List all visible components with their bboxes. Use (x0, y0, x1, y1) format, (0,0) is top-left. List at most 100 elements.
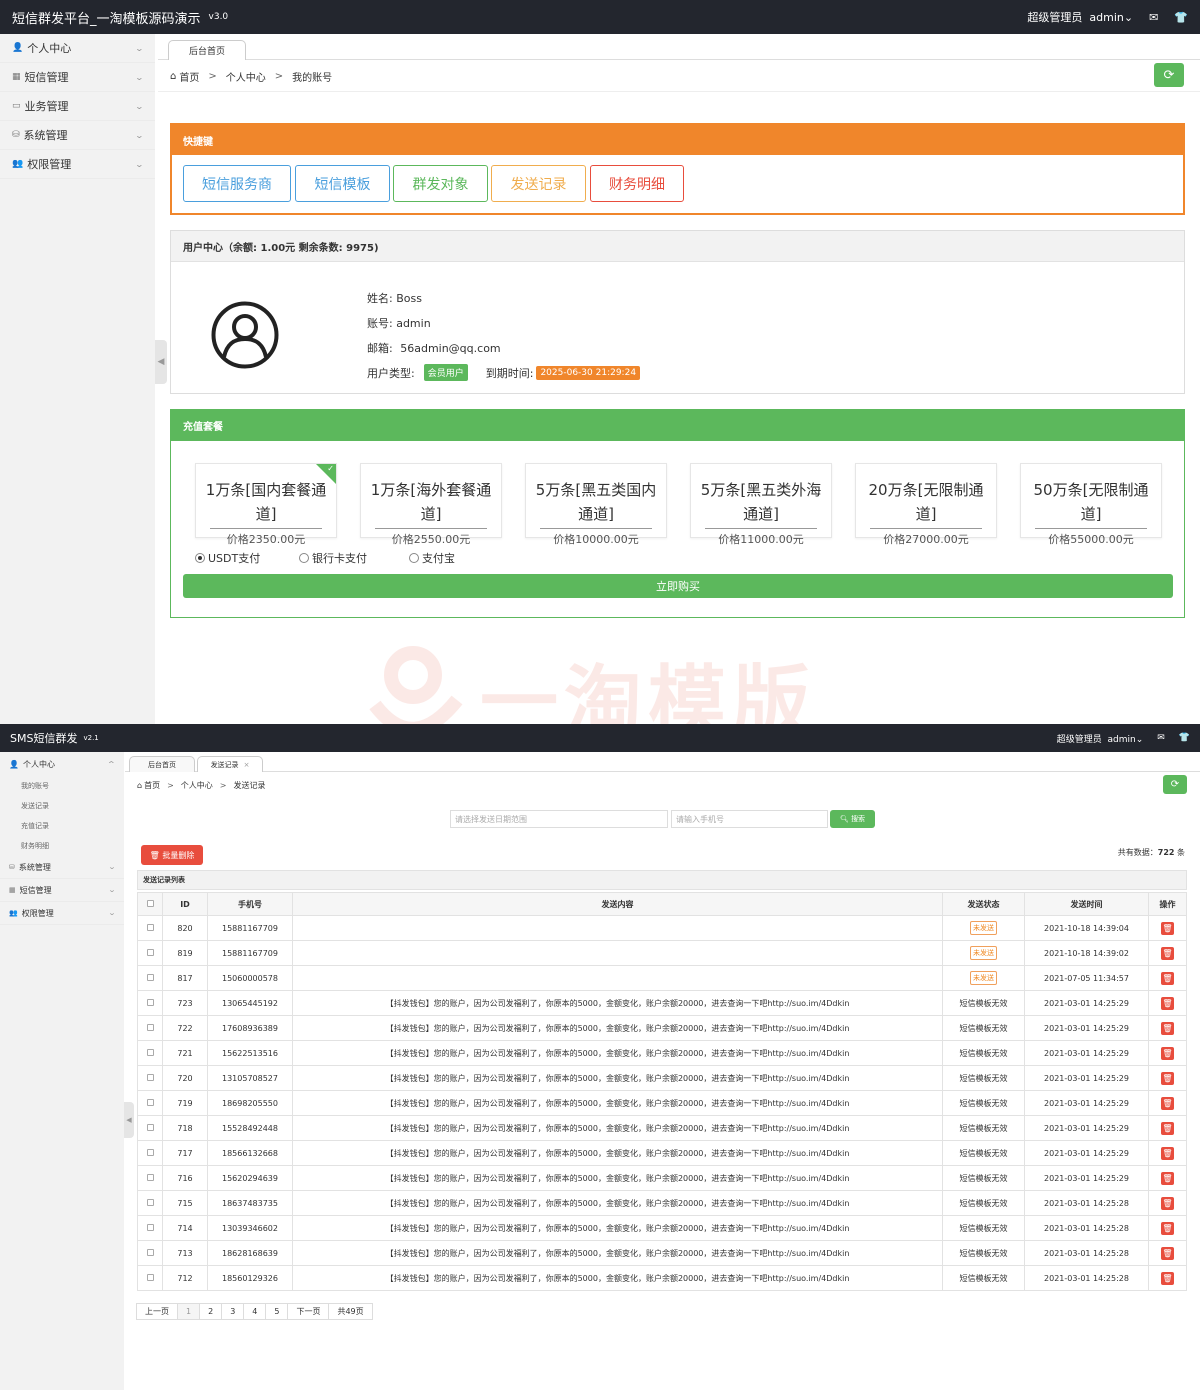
quick-button-1[interactable]: 短信模板 (295, 165, 390, 202)
sidebar-item-2-1[interactable]: ▦ 短信管理 ⌄ (0, 879, 124, 902)
delete-icon[interactable]: 🗑︎ (1161, 1196, 1174, 1210)
tab-home[interactable]: 后台首页 (168, 40, 246, 60)
user-menu-2[interactable]: 超级管理员 admin⌄ (1057, 732, 1144, 745)
delete-icon[interactable]: 🗑︎ (1161, 1046, 1174, 1060)
delete-icon[interactable]: 🗑︎ (1161, 1071, 1174, 1085)
delete-icon[interactable]: 🗑︎ (1161, 1221, 1174, 1235)
pager-item[interactable]: 2 (199, 1303, 223, 1320)
payment-option-0[interactable]: USDT支付 (195, 550, 260, 566)
delete-icon[interactable]: 🗑︎ (1161, 921, 1174, 935)
quick-button-3[interactable]: 发送记录 (491, 165, 586, 202)
pager-item[interactable]: 下一页 (287, 1303, 330, 1320)
table-row: 717 18566132668 【抖发钱包】您的账户，因为公司发福利了，你原本的50… (137, 1140, 1187, 1166)
breadcrumb-personal[interactable]: 个人中心 (226, 69, 266, 84)
delete-icon[interactable]: 🗑︎ (1161, 1021, 1174, 1035)
pager-item[interactable]: 3 (221, 1303, 245, 1320)
shirt-icon[interactable]: 👕 (1174, 11, 1188, 24)
row-checkbox[interactable] (146, 1123, 154, 1131)
date-range-input[interactable]: 请选择发送日期范围 (450, 810, 668, 828)
quick-button-2[interactable]: 群发对象 (393, 165, 488, 202)
breadcrumb-personal-2[interactable]: 个人中心 (181, 780, 213, 791)
package-card[interactable]: 20万条[无限制通道] 价格27000.00元 (855, 463, 997, 546)
row-checkbox[interactable] (146, 1023, 154, 1031)
quick-button-4[interactable]: 财务明细 (590, 165, 684, 202)
delete-icon[interactable]: 🗑︎ (1161, 1171, 1174, 1185)
shirt-icon[interactable]: 👕 (1179, 733, 1190, 743)
pager-item[interactable]: 1 (177, 1303, 201, 1320)
radio-icon[interactable] (409, 553, 419, 563)
sidebar: 👤 个人中心 ⌄ ▦ 短信管理 ⌄ ▭ 业务管理 ⌄ ⛁ 系统管理 ⌄ 👥 权限管理 ⌄ (0, 34, 155, 724)
user-role-2: 超级管理员 (1056, 734, 1102, 745)
delete-icon[interactable]: 🗑︎ (1161, 946, 1174, 960)
row-checkbox[interactable] (146, 1148, 154, 1156)
row-checkbox[interactable] (146, 973, 154, 981)
mail-icon[interactable]: ✉ (1149, 11, 1158, 24)
breadcrumb-home[interactable]: 首页 (179, 69, 199, 84)
sidebar-subitem-0[interactable]: 我的账号 (0, 776, 124, 796)
refresh-button[interactable]: ⟳ (1154, 63, 1184, 87)
tab-home-2[interactable]: 后台首页 (129, 756, 195, 772)
search-icon: 🔍︎ (839, 815, 849, 823)
radio-icon[interactable] (195, 553, 205, 563)
batch-delete-button[interactable]: 🗑︎ 批量删除 (141, 845, 203, 865)
package-card[interactable]: 50万条[无限制通道] 价格55000.00元 (1020, 463, 1162, 546)
pager-item[interactable]: 5 (265, 1303, 289, 1320)
quick-button-0[interactable]: 短信服务商 (183, 165, 291, 202)
sidebar-item-2-0[interactable]: ⛁ 系统管理 ⌄ (0, 856, 124, 879)
row-checkbox[interactable] (146, 1048, 154, 1056)
sidebar-item-2[interactable]: ▭ 业务管理 ⌄ (0, 92, 155, 121)
sidebar-collapse-toggle-2[interactable]: ◀ (124, 1102, 134, 1138)
sidebar-subitem-2[interactable]: 充值记录 (0, 816, 124, 836)
breadcrumb-home-2[interactable]: 首页 (144, 780, 160, 791)
cell-action: 🗑︎ (1148, 1265, 1187, 1291)
delete-icon[interactable]: 🗑︎ (1161, 1121, 1174, 1135)
sidebar-item-2-2[interactable]: 👥 权限管理 ⌄ (0, 902, 124, 925)
row-checkbox[interactable] (146, 1073, 154, 1081)
row-checkbox[interactable] (146, 1098, 154, 1106)
radio-icon[interactable] (299, 553, 309, 563)
sidebar-subitem-1[interactable]: 发送记录 (0, 796, 124, 816)
column-header: 发送内容 (292, 892, 943, 916)
package-card[interactable]: 5万条[黑五类外海通道] 价格11000.00元 (690, 463, 832, 546)
select-all-checkbox[interactable] (146, 899, 154, 907)
mail-icon[interactable]: ✉ (1157, 733, 1165, 743)
package-card[interactable]: 1万条[国内套餐通道] 价格2350.00元 ✓ (195, 463, 337, 546)
column-header: 发送状态 (942, 892, 1025, 916)
check-icon: ✓ (327, 464, 334, 473)
delete-icon[interactable]: 🗑︎ (1161, 996, 1174, 1010)
payment-option-1[interactable]: 银行卡支付 (299, 550, 367, 566)
tab-send-records[interactable]: 发送记录 × (197, 756, 263, 772)
user-menu[interactable]: 超级管理员 admin⌄ (1027, 9, 1133, 25)
pager-item[interactable]: 上一页 (136, 1303, 178, 1320)
search-button[interactable]: 🔍︎ 搜索 (830, 810, 875, 828)
delete-icon[interactable]: 🗑︎ (1161, 971, 1174, 985)
row-checkbox[interactable] (146, 1223, 154, 1231)
close-icon[interactable]: × (244, 761, 250, 769)
row-checkbox[interactable] (146, 1173, 154, 1181)
sidebar-item-0[interactable]: 👤 个人中心 ⌄ (0, 34, 155, 63)
sidebar-collapse-toggle[interactable]: ◀ (155, 340, 167, 384)
row-checkbox[interactable] (146, 1198, 154, 1206)
delete-icon[interactable]: 🗑︎ (1161, 1146, 1174, 1160)
sidebar-subitem-3[interactable]: 财务明细 (0, 836, 124, 856)
refresh-button-2[interactable]: ⟳ (1163, 775, 1187, 794)
row-checkbox[interactable] (146, 1248, 154, 1256)
package-card[interactable]: 5万条[黑五类国内通道] 价格10000.00元 (525, 463, 667, 546)
row-checkbox[interactable] (146, 948, 154, 956)
row-checkbox[interactable] (146, 1273, 154, 1281)
delete-icon[interactable]: 🗑︎ (1161, 1096, 1174, 1110)
user-icon: 👤 (9, 759, 19, 769)
payment-option-2[interactable]: 支付宝 (409, 550, 455, 566)
pager-item[interactable]: 4 (243, 1303, 267, 1320)
row-checkbox[interactable] (146, 923, 154, 931)
sidebar-item-4[interactable]: 👥 权限管理 ⌄ (0, 150, 155, 179)
buy-now-button[interactable]: 立即购买 (183, 574, 1173, 598)
row-checkbox[interactable] (146, 998, 154, 1006)
sidebar-item-3[interactable]: ⛁ 系统管理 ⌄ (0, 121, 155, 150)
delete-icon[interactable]: 🗑︎ (1161, 1246, 1174, 1260)
delete-icon[interactable]: 🗑︎ (1161, 1271, 1174, 1285)
package-card[interactable]: 1万条[海外套餐通道] 价格2550.00元 (360, 463, 502, 546)
sidebar-item-1[interactable]: ▦ 短信管理 ⌄ (0, 63, 155, 92)
sidebar-group-personal[interactable]: 👤 个人中心 ⌃ (0, 752, 124, 776)
phone-input[interactable]: 请输入手机号 (671, 810, 828, 828)
